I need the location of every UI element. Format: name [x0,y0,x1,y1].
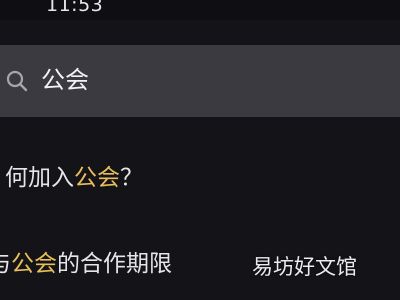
search-result-text: 与公会的合作期限 [0,238,172,290]
result-text-before: 何加入 [5,165,74,191]
status-bar: 11:53 [0,0,400,20]
watermark-text: 易坊好文馆 [252,255,357,279]
result-keyword-highlight: 公会 [74,165,120,191]
result-text-after: ？ [120,165,143,191]
result-keyword-highlight: 公会 [11,251,57,277]
app-screen: 11:53 公会 何加入公会？ 与公会的合作期限 易坊好文馆 [0,0,400,300]
search-input[interactable]: 公会 [41,65,89,95]
search-result-text: 何加入公会？ [5,152,143,204]
result-text-before: 与 [0,251,11,277]
search-bar[interactable]: 公会 [0,45,400,117]
status-time: 11:53 [46,0,104,16]
search-icon [5,69,29,93]
search-result-item[interactable]: 何加入公会？ [0,152,400,204]
result-text-after: 的合作期限 [57,251,172,277]
